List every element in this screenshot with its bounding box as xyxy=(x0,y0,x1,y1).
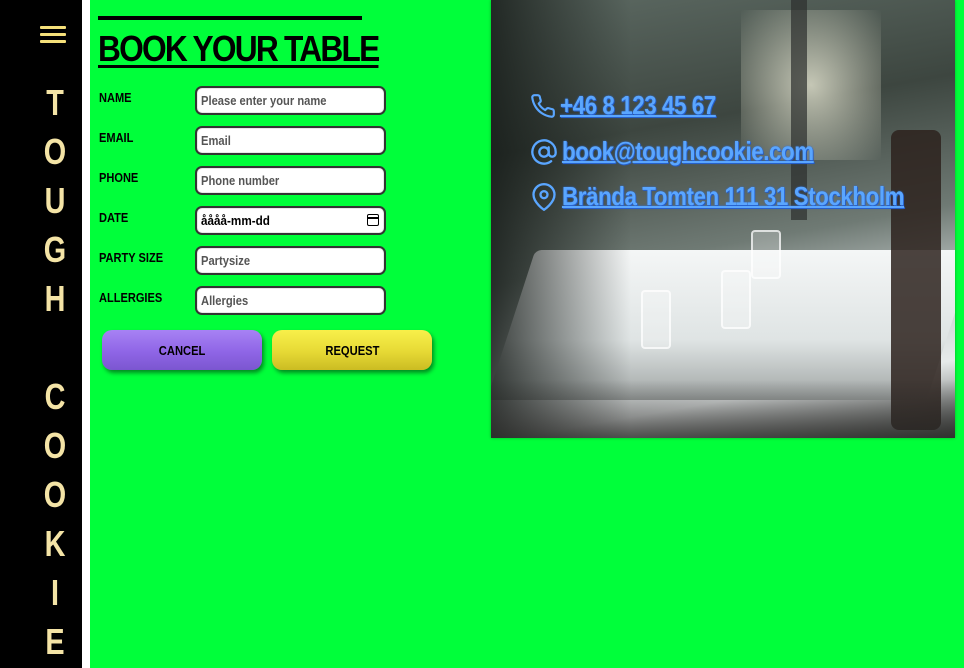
brand-letter: E xyxy=(45,621,65,662)
phone-input[interactable]: Phone number xyxy=(195,166,386,195)
brand-letter: K xyxy=(44,523,66,564)
party-size-placeholder: Partysize xyxy=(201,253,251,268)
name-label: NAME xyxy=(99,90,132,105)
brand-letter: U xyxy=(44,180,66,221)
date-value: åååå-mm-dd xyxy=(201,213,270,228)
party-size-input[interactable]: Partysize xyxy=(195,246,386,275)
contact-email[interactable]: book@toughcookie.com xyxy=(530,136,855,167)
date-label: DATE xyxy=(99,210,129,225)
title-rule xyxy=(98,16,362,20)
contact-phone[interactable]: +46 8 123 45 67 xyxy=(530,90,741,121)
email-input[interactable]: Email xyxy=(195,126,386,155)
name-input[interactable]: Please enter your name xyxy=(195,86,386,115)
brand-letter: O xyxy=(43,425,67,466)
cancel-button-label: CANCEL xyxy=(158,342,206,358)
phone-placeholder: Phone number xyxy=(201,173,280,188)
phone-link[interactable]: +46 8 123 45 67 xyxy=(560,90,716,121)
request-button[interactable]: REQUEST xyxy=(272,330,432,370)
map-pin-icon xyxy=(532,182,556,211)
name-placeholder: Please enter your name xyxy=(201,93,327,108)
email-placeholder: Email xyxy=(201,133,231,148)
brand-letter: G xyxy=(43,229,67,270)
request-button-label: REQUEST xyxy=(324,342,380,358)
address-link[interactable]: Brända Tomten 111 31 Stockholm xyxy=(562,181,905,212)
brand-letter: I xyxy=(50,572,59,613)
contact-address[interactable]: Brända Tomten 111 31 Stockholm xyxy=(530,181,960,212)
brand-letter: O xyxy=(43,131,67,172)
email-link[interactable]: book@toughcookie.com xyxy=(562,136,814,167)
allergies-label: ALLERGIES xyxy=(99,290,163,305)
phone-label: PHONE xyxy=(99,170,139,185)
phone-icon xyxy=(531,93,555,118)
sidebar: T O U G H C O O K I E xyxy=(0,0,82,668)
date-input[interactable]: åååå-mm-dd xyxy=(195,206,386,235)
brand-letter: H xyxy=(44,278,66,319)
page-title: BOOK YOUR TABLE xyxy=(98,28,380,69)
at-sign-icon xyxy=(531,138,557,165)
party-size-label: PARTY SIZE xyxy=(99,250,164,265)
restaurant-photo xyxy=(491,0,955,438)
allergies-input[interactable]: Allergies xyxy=(195,286,386,315)
calendar-icon[interactable] xyxy=(367,214,379,226)
cancel-button[interactable]: CANCEL xyxy=(102,330,262,370)
email-label: EMAIL xyxy=(99,130,134,145)
brand-logo-text: T O U G H C O O K I E xyxy=(0,78,110,666)
brand-letter: T xyxy=(46,82,64,123)
hamburger-icon[interactable] xyxy=(40,26,66,44)
brand-letter: C xyxy=(44,376,66,417)
brand-letter: O xyxy=(43,474,67,515)
allergies-placeholder: Allergies xyxy=(201,293,249,308)
sidebar-divider xyxy=(82,0,90,668)
